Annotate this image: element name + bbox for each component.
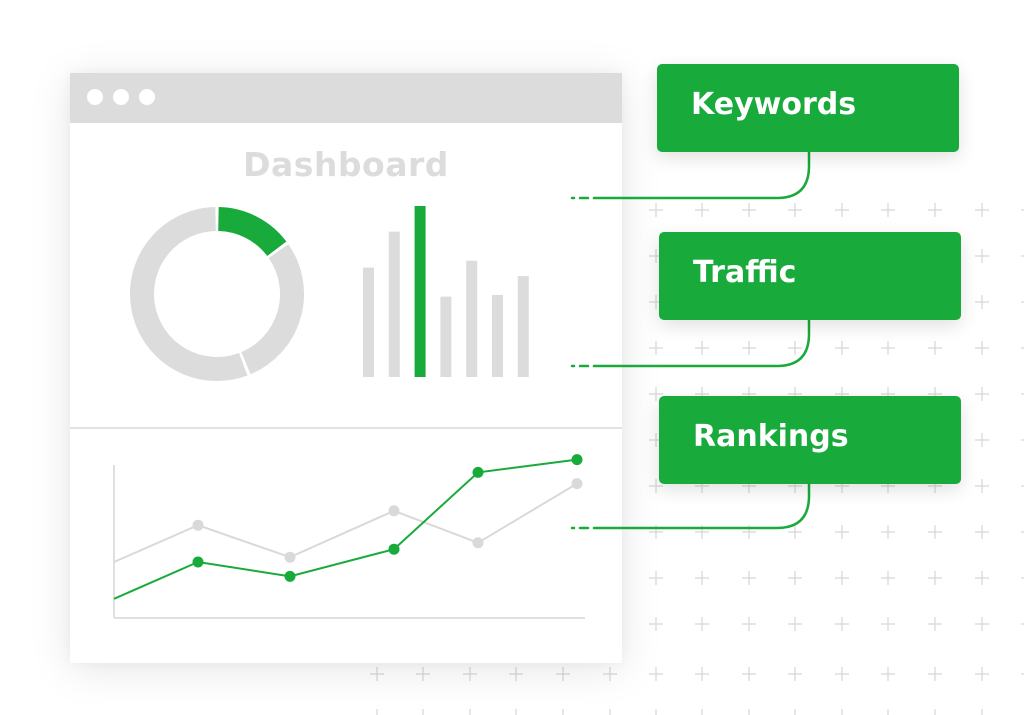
gray-series-point xyxy=(388,505,400,517)
donut-slice xyxy=(240,244,304,375)
bar xyxy=(517,276,529,377)
traffic-card[interactable]: Traffic xyxy=(659,232,961,320)
rankings-card[interactable]: Rankings xyxy=(659,396,961,484)
bar xyxy=(414,206,426,377)
bar xyxy=(440,296,452,377)
green-series-point xyxy=(192,556,204,568)
traffic-card-label: Traffic xyxy=(693,255,797,290)
gray-series-point xyxy=(284,551,296,563)
bar xyxy=(388,231,400,377)
green-series-line xyxy=(113,458,578,600)
gray-series-point xyxy=(192,519,204,531)
green-series-point xyxy=(388,543,400,555)
keywords-card[interactable]: Keywords xyxy=(657,64,959,152)
connector-line xyxy=(592,150,811,200)
keywords-card-label: Keywords xyxy=(691,87,857,122)
bar xyxy=(363,267,374,377)
gray-series-line xyxy=(113,482,578,563)
green-series-point xyxy=(284,570,296,582)
connector-line xyxy=(592,318,811,368)
green-series-point xyxy=(472,466,484,478)
donut-slice xyxy=(130,207,248,381)
green-series-point xyxy=(571,454,583,466)
bar xyxy=(466,260,478,377)
gray-series-point xyxy=(472,537,484,549)
rankings-card-label: Rankings xyxy=(693,419,849,454)
connector-line xyxy=(592,482,811,530)
donut-slice xyxy=(217,207,287,257)
bar xyxy=(492,294,503,377)
gray-series-point xyxy=(571,478,583,490)
